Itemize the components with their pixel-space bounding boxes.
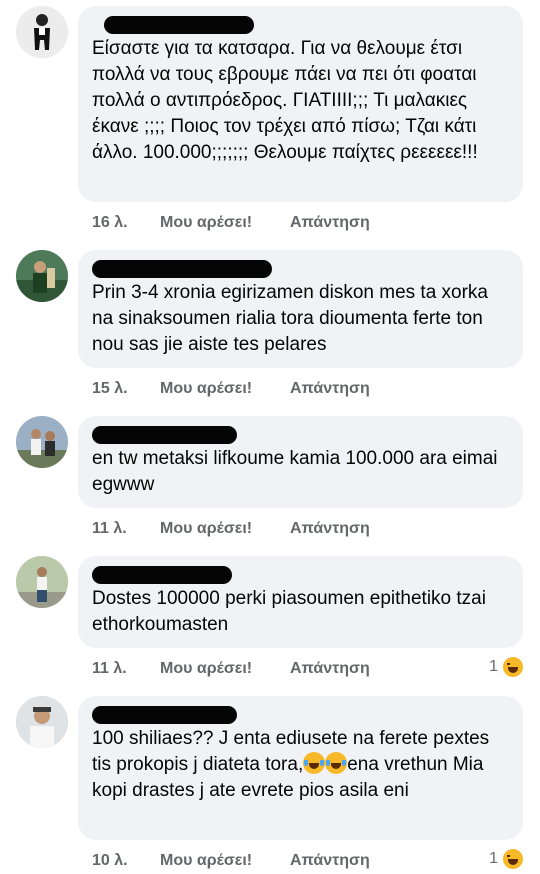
- comment-time[interactable]: 11 λ.: [92, 659, 160, 679]
- comment-actions: 16 λ. Μου αρέσει! Απάντηση: [92, 213, 370, 233]
- comment-text: Prin 3-4 xronia egirizamen diskon mes ta…: [92, 282, 494, 355]
- comment-bubble: en tw metaksi lifkoume kamia 100.000 ara…: [78, 416, 523, 508]
- comment-actions: 15 λ. Μου αρέσει! Απάντηση: [92, 379, 370, 399]
- commenter-name[interactable]: [92, 258, 509, 280]
- comment-bubble: Είσαστε για τα κατσαρα. Για να θελουμε έ…: [78, 6, 523, 202]
- like-button[interactable]: Μου αρέσει!: [160, 213, 290, 233]
- comment-time[interactable]: 10 λ.: [92, 851, 160, 871]
- comment-bubble: 100 shiliaes?? J enta ediusete na ferete…: [78, 696, 523, 840]
- avatar[interactable]: [16, 696, 68, 748]
- laughing-face-icon: [502, 656, 524, 678]
- like-button[interactable]: Μου αρέσει!: [160, 659, 290, 679]
- reply-button[interactable]: Απάντηση: [290, 659, 370, 679]
- reaction-summary[interactable]: 1: [489, 656, 524, 678]
- comment-text: 100 shiliaes?? J enta ediusete na ferete…: [92, 728, 495, 801]
- comment-actions: 10 λ. Μου αρέσει! Απάντηση: [92, 851, 370, 871]
- avatar[interactable]: [16, 6, 68, 58]
- commenter-name[interactable]: [92, 564, 509, 586]
- redaction-scribble: [92, 426, 237, 444]
- avatar[interactable]: [16, 416, 68, 468]
- tears-of-joy-emoji-icon: [303, 752, 326, 774]
- reaction-summary[interactable]: 1: [489, 848, 524, 870]
- like-button[interactable]: Μου αρέσει!: [160, 519, 290, 539]
- comment-text: Είσαστε για τα κατσαρα. Για να θελουμε έ…: [92, 38, 482, 163]
- comment-time[interactable]: 11 λ.: [92, 519, 160, 539]
- comment-bubble: Dostes 100000 perki piasoumen epithetiko…: [78, 556, 523, 648]
- comment-actions: 11 λ. Μου αρέσει! Απάντηση: [92, 519, 370, 539]
- redaction-scribble: [104, 16, 254, 34]
- like-button[interactable]: Μου αρέσει!: [160, 379, 290, 399]
- avatar[interactable]: [16, 250, 68, 302]
- comment-bubble: Prin 3-4 xronia egirizamen diskon mes ta…: [78, 250, 523, 368]
- reply-button[interactable]: Απάντηση: [290, 851, 370, 871]
- comment-text: Dostes 100000 perki piasoumen epithetiko…: [92, 588, 492, 635]
- redaction-scribble: [92, 566, 232, 584]
- tears-of-joy-emoji-icon: [325, 752, 348, 774]
- reply-button[interactable]: Απάντηση: [290, 213, 370, 233]
- reply-button[interactable]: Απάντηση: [290, 379, 370, 399]
- comment-text: en tw metaksi lifkoume kamia 100.000 ara…: [92, 448, 503, 495]
- reaction-count: 1: [489, 658, 498, 675]
- like-button[interactable]: Μου αρέσει!: [160, 851, 290, 871]
- comment-actions: 11 λ. Μου αρέσει! Απάντηση: [92, 659, 370, 679]
- comment-time[interactable]: 16 λ.: [92, 213, 160, 233]
- redaction-scribble: [92, 706, 237, 724]
- avatar[interactable]: [16, 556, 68, 608]
- reply-button[interactable]: Απάντηση: [290, 519, 370, 539]
- commenter-name[interactable]: [92, 14, 509, 36]
- commenter-name[interactable]: [92, 704, 509, 726]
- comment-time[interactable]: 15 λ.: [92, 379, 160, 399]
- laughing-face-icon: [502, 848, 524, 870]
- reaction-count: 1: [489, 850, 498, 867]
- redaction-scribble: [92, 260, 272, 278]
- commenter-name[interactable]: [92, 424, 509, 446]
